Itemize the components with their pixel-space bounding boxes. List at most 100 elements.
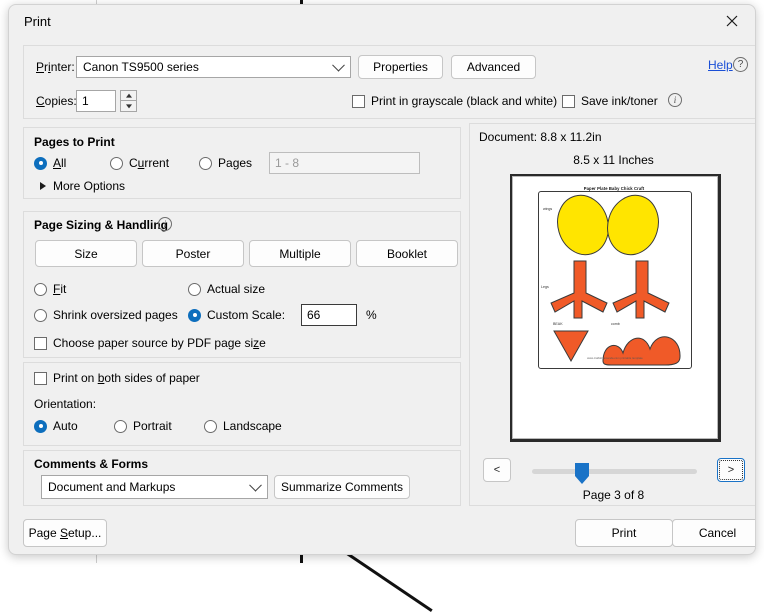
- sizing-tab-booklet[interactable]: Booklet: [356, 240, 458, 267]
- next-page-label: >: [728, 464, 734, 476]
- craft-artwork: Paper Plate Baby Chick Craft: [525, 185, 707, 433]
- stepper-up-icon[interactable]: [120, 90, 137, 101]
- radio-shrink[interactable]: Shrink oversized pages: [34, 308, 178, 322]
- radio-auto[interactable]: Auto: [34, 419, 78, 433]
- chevron-down-icon: [249, 479, 262, 492]
- paper-source-label: Choose paper source by PDF page size: [53, 336, 266, 350]
- radio-fit-label: Fit: [53, 282, 66, 296]
- page-slider-thumb[interactable]: [575, 463, 589, 476]
- page-range-input[interactable]: 1 - 8: [269, 152, 420, 174]
- radio-landscape-label: Landscape: [223, 419, 282, 433]
- checkbox-box: [352, 95, 365, 108]
- radio-portrait[interactable]: Portrait: [114, 419, 172, 433]
- properties-button[interactable]: Properties: [358, 55, 443, 79]
- page-canvas: Paper Plate Baby Chick Craft: [512, 176, 718, 439]
- radio-pages[interactable]: Pages: [199, 156, 252, 170]
- percent-label: %: [366, 308, 377, 322]
- preview-panel: Document: 8.8 x 11.2in 8.5 x 11 Inches P…: [469, 123, 756, 506]
- comments-selected-value: Document and Markups: [48, 480, 175, 494]
- radio-all-label: All: [53, 156, 66, 170]
- copies-stepper[interactable]: [120, 90, 137, 112]
- question-mark-icon[interactable]: ?: [733, 57, 748, 72]
- grayscale-label: Print in grayscale (black and white): [371, 94, 557, 108]
- sizing-tab-size[interactable]: Size: [35, 240, 137, 267]
- radio-custom-scale[interactable]: Custom Scale:: [188, 308, 285, 322]
- more-options-toggle[interactable]: More Options: [40, 179, 125, 193]
- page-preview[interactable]: Paper Plate Baby Chick Craft: [510, 174, 721, 442]
- radio-portrait-label: Portrait: [133, 419, 172, 433]
- comments-select[interactable]: Document and Markups: [41, 475, 268, 499]
- copies-label: Copies:: [36, 94, 77, 108]
- advanced-button[interactable]: Advanced: [451, 55, 536, 79]
- radio-landscape[interactable]: Landscape: [204, 419, 282, 433]
- radio-custom-scale-label: Custom Scale:: [207, 308, 285, 322]
- page-indicator: Page 3 of 8: [470, 488, 756, 502]
- radio-dot: [34, 309, 47, 322]
- previous-page-button[interactable]: <: [483, 458, 511, 482]
- properties-label: Properties: [373, 60, 428, 74]
- cancel-button[interactable]: Cancel: [672, 519, 756, 547]
- printer-label: Printer:: [36, 60, 75, 74]
- paper-size-label: 8.5 x 11 Inches: [470, 153, 756, 167]
- printer-selected-value: Canon TS9500 series: [83, 60, 199, 74]
- radio-pages-label: Pages: [218, 156, 252, 170]
- dialog-title: Print: [24, 14, 51, 29]
- page-range-placeholder: 1 - 8: [275, 156, 299, 170]
- custom-scale-value: 66: [307, 308, 320, 322]
- radio-dot: [199, 157, 212, 170]
- triangle-right-icon: [40, 182, 46, 190]
- stepper-down-icon[interactable]: [120, 101, 137, 112]
- both-sides-label: Print on both sides of paper: [53, 371, 200, 385]
- radio-fit[interactable]: Fit: [34, 282, 66, 296]
- checkbox-box: [562, 95, 575, 108]
- title-bar: Print: [9, 5, 755, 39]
- tab-label: Multiple: [279, 247, 320, 261]
- tab-label: Size: [74, 247, 97, 261]
- printer-select[interactable]: Canon TS9500 series: [76, 56, 351, 78]
- radio-current[interactable]: Current: [110, 156, 169, 170]
- copies-input[interactable]: 1: [76, 90, 116, 112]
- custom-scale-input[interactable]: 66: [301, 304, 357, 326]
- next-page-button[interactable]: >: [717, 458, 745, 482]
- sizing-tab-poster[interactable]: Poster: [142, 240, 244, 267]
- summarize-comments-label: Summarize Comments: [281, 480, 403, 494]
- radio-dot: [34, 283, 47, 296]
- page-setup-button[interactable]: Page Setup...: [23, 519, 107, 547]
- page-slider-track[interactable]: [532, 469, 697, 474]
- label-legs: Legs: [541, 285, 549, 289]
- tab-label: Booklet: [387, 247, 427, 261]
- craft-footnote: www.craftsbyamanda.com printable templat…: [545, 357, 685, 360]
- craft-shapes: [525, 185, 707, 433]
- radio-actual-size[interactable]: Actual size: [188, 282, 265, 296]
- save-ink-label: Save ink/toner: [581, 94, 658, 108]
- pages-to-print-title: Pages to Print: [34, 135, 115, 149]
- checkbox-box: [34, 337, 47, 350]
- more-options-label: More Options: [53, 179, 125, 193]
- radio-dot: [110, 157, 123, 170]
- duplex-orientation-group: Print on both sides of paper Orientation…: [23, 362, 461, 446]
- paper-source-checkbox[interactable]: Choose paper source by PDF page size: [34, 336, 266, 350]
- info-icon[interactable]: i: [158, 217, 172, 231]
- tab-label: Poster: [176, 247, 211, 261]
- pages-to-print-group: Pages to Print All Current Pages 1 - 8 M…: [23, 127, 461, 199]
- summarize-comments-button[interactable]: Summarize Comments: [274, 475, 410, 499]
- comments-forms-title: Comments & Forms: [34, 457, 148, 471]
- radio-dot: [114, 420, 127, 433]
- label-beak: BEAK: [553, 322, 563, 326]
- help-link[interactable]: Help: [708, 58, 733, 72]
- radio-auto-label: Auto: [53, 419, 78, 433]
- grayscale-checkbox[interactable]: Print in grayscale (black and white): [352, 94, 557, 108]
- page-sizing-group: Page Sizing & Handling i Size Poster Mul…: [23, 211, 461, 358]
- checkbox-box: [34, 372, 47, 385]
- close-icon[interactable]: [709, 5, 755, 37]
- sizing-tab-multiple[interactable]: Multiple: [249, 240, 351, 267]
- save-ink-checkbox[interactable]: Save ink/toner: [562, 94, 658, 108]
- radio-dot: [188, 283, 201, 296]
- copies-value: 1: [82, 94, 89, 108]
- print-button[interactable]: Print: [575, 519, 673, 547]
- both-sides-checkbox[interactable]: Print on both sides of paper: [34, 371, 200, 385]
- radio-dot: [204, 420, 217, 433]
- radio-dot: [34, 157, 47, 170]
- radio-all[interactable]: All: [34, 156, 66, 170]
- info-icon[interactable]: i: [668, 93, 682, 107]
